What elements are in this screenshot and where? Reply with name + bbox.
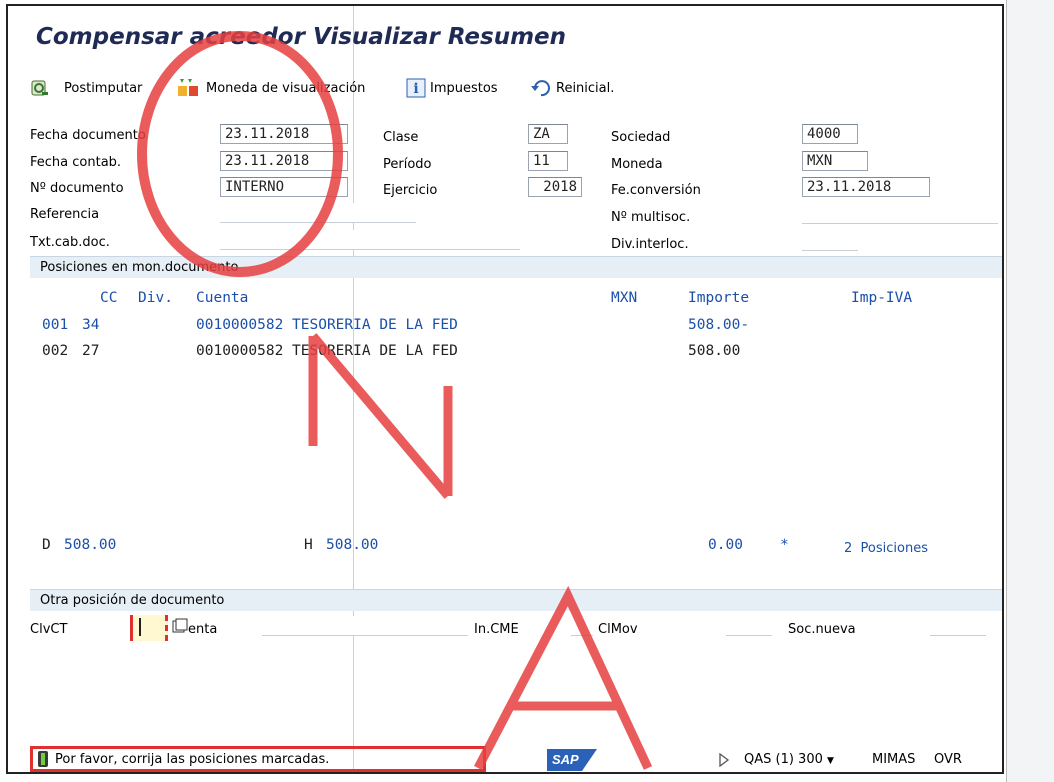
in-cme-label: In.CME — [474, 622, 519, 637]
difference-marker: * — [780, 537, 789, 553]
status-bar: Por favor, corrija las posiciones marcad… — [30, 746, 1002, 772]
watermark — [137, 31, 653, 771]
sociedad-label: Sociedad — [611, 130, 671, 145]
fecha-contab-field[interactable]: 23.11.2018 — [220, 151, 348, 171]
clvct-field[interactable] — [130, 615, 168, 641]
undo-icon — [531, 80, 550, 97]
post-icon — [31, 80, 48, 96]
periodo-label: Período — [383, 157, 432, 172]
credit-label: H — [304, 537, 313, 553]
row-importe: 508.00- — [688, 317, 750, 333]
ejercicio-field[interactable]: 2018 — [528, 177, 582, 197]
referencia-field[interactable] — [220, 203, 416, 223]
divider-line — [353, 6, 354, 772]
fecha-documento-field[interactable]: 23.11.2018 — [220, 124, 348, 144]
clvct-label: ClvCT — [30, 622, 68, 637]
no-documento-field[interactable]: INTERNO — [220, 177, 348, 197]
svg-text:i: i — [413, 81, 418, 97]
row-cuenta[interactable]: 0010000582 TESORERIA DE LA FED — [196, 317, 458, 333]
cuenta-label: enta — [188, 622, 218, 637]
fecha-contab-label: Fecha contab. — [30, 155, 122, 170]
info-icon: i — [406, 78, 426, 98]
row-cuenta[interactable]: 0010000582 TESORERIA DE LA FED — [196, 343, 458, 359]
no-multisoc-label: Nº multisoc. — [611, 210, 691, 225]
postimputar-button[interactable]: Postimputar — [30, 76, 142, 100]
col-importe-header: Importe — [688, 290, 750, 306]
cuenta-field[interactable] — [262, 616, 468, 636]
soc-nueva-label: Soc.nueva — [788, 622, 856, 637]
fecha-documento-label: Fecha documento — [30, 128, 146, 143]
fe-conversion-label: Fe.conversión — [611, 183, 701, 198]
moneda-visualizacion-button[interactable]: Moneda de visualización — [176, 76, 365, 100]
col-div-header: Div. — [138, 290, 173, 306]
ejercicio-label: Ejercicio — [383, 183, 438, 198]
row-cc: 34 — [82, 317, 100, 333]
div-interloc-label: Div.interloc. — [611, 237, 689, 252]
debit-total: 508.00 — [64, 537, 117, 553]
sociedad-field[interactable]: 4000 — [802, 124, 858, 144]
status-message[interactable]: Por favor, corrija las posiciones marcad… — [30, 746, 486, 772]
clase-label: Clase — [383, 130, 419, 145]
sap-window: Compensar acreedor Visualizar Resumen Po… — [6, 4, 1004, 774]
status-expand-icon[interactable] — [718, 752, 730, 771]
side-strip — [1006, 0, 1054, 782]
row-pos: 002 — [42, 343, 69, 359]
col-cuenta-header: Cuenta — [196, 290, 249, 306]
moneda-label: Moneda — [611, 157, 663, 172]
fe-conversion-field[interactable]: 23.11.2018 — [802, 177, 930, 197]
otra-posicion-section-header: Otra posición de documento — [30, 589, 1002, 611]
window-title: Compensar acreedor Visualizar Resumen — [36, 24, 567, 50]
clmov-field[interactable] — [726, 616, 772, 636]
no-multisoc-field[interactable] — [802, 204, 998, 224]
row-pos: 001 — [42, 317, 69, 333]
clmov-label: ClMov — [598, 622, 638, 637]
error-icon — [38, 751, 48, 767]
system-info[interactable]: QAS (1) 300 ▼ — [744, 752, 834, 767]
impuestos-button[interactable]: i Impuestos — [406, 76, 498, 100]
soc-nueva-field[interactable] — [930, 616, 986, 636]
clase-field[interactable]: ZA — [528, 124, 568, 144]
col-cc-header: CC — [100, 290, 118, 306]
sap-logo: SAP — [547, 749, 597, 771]
dropdown-icon: ▼ — [827, 756, 834, 766]
div-interloc-field[interactable] — [802, 231, 858, 251]
positions-section-header: Posiciones en mon.documento — [30, 256, 1002, 278]
periodo-field[interactable]: 11 — [528, 151, 568, 171]
in-cme-field[interactable] — [571, 616, 593, 636]
debit-label: D — [42, 537, 51, 553]
credit-total: 508.00 — [326, 537, 379, 553]
reinicial-button[interactable]: Reinicial. — [530, 76, 614, 100]
referencia-label: Referencia — [30, 207, 100, 222]
server-name: MIMAS — [872, 752, 916, 767]
search-help-icon[interactable] — [172, 618, 188, 638]
txt-cab-doc-field[interactable] — [220, 230, 520, 250]
currency-icon — [178, 79, 198, 96]
positions-count: 2 Posiciones — [844, 541, 928, 556]
input-mode[interactable]: OVR — [934, 752, 962, 767]
row-cc: 27 — [82, 343, 100, 359]
row-importe: 508.00 — [688, 343, 741, 359]
moneda-field[interactable]: MXN — [802, 151, 868, 171]
difference-total: 0.00 — [708, 537, 743, 553]
col-mxn-header: MXN — [611, 290, 638, 306]
txt-cab-doc-label: Txt.cab.doc. — [30, 235, 110, 250]
no-documento-label: Nº documento — [30, 181, 124, 196]
col-imp-iva-header: Imp-IVA — [851, 290, 913, 306]
